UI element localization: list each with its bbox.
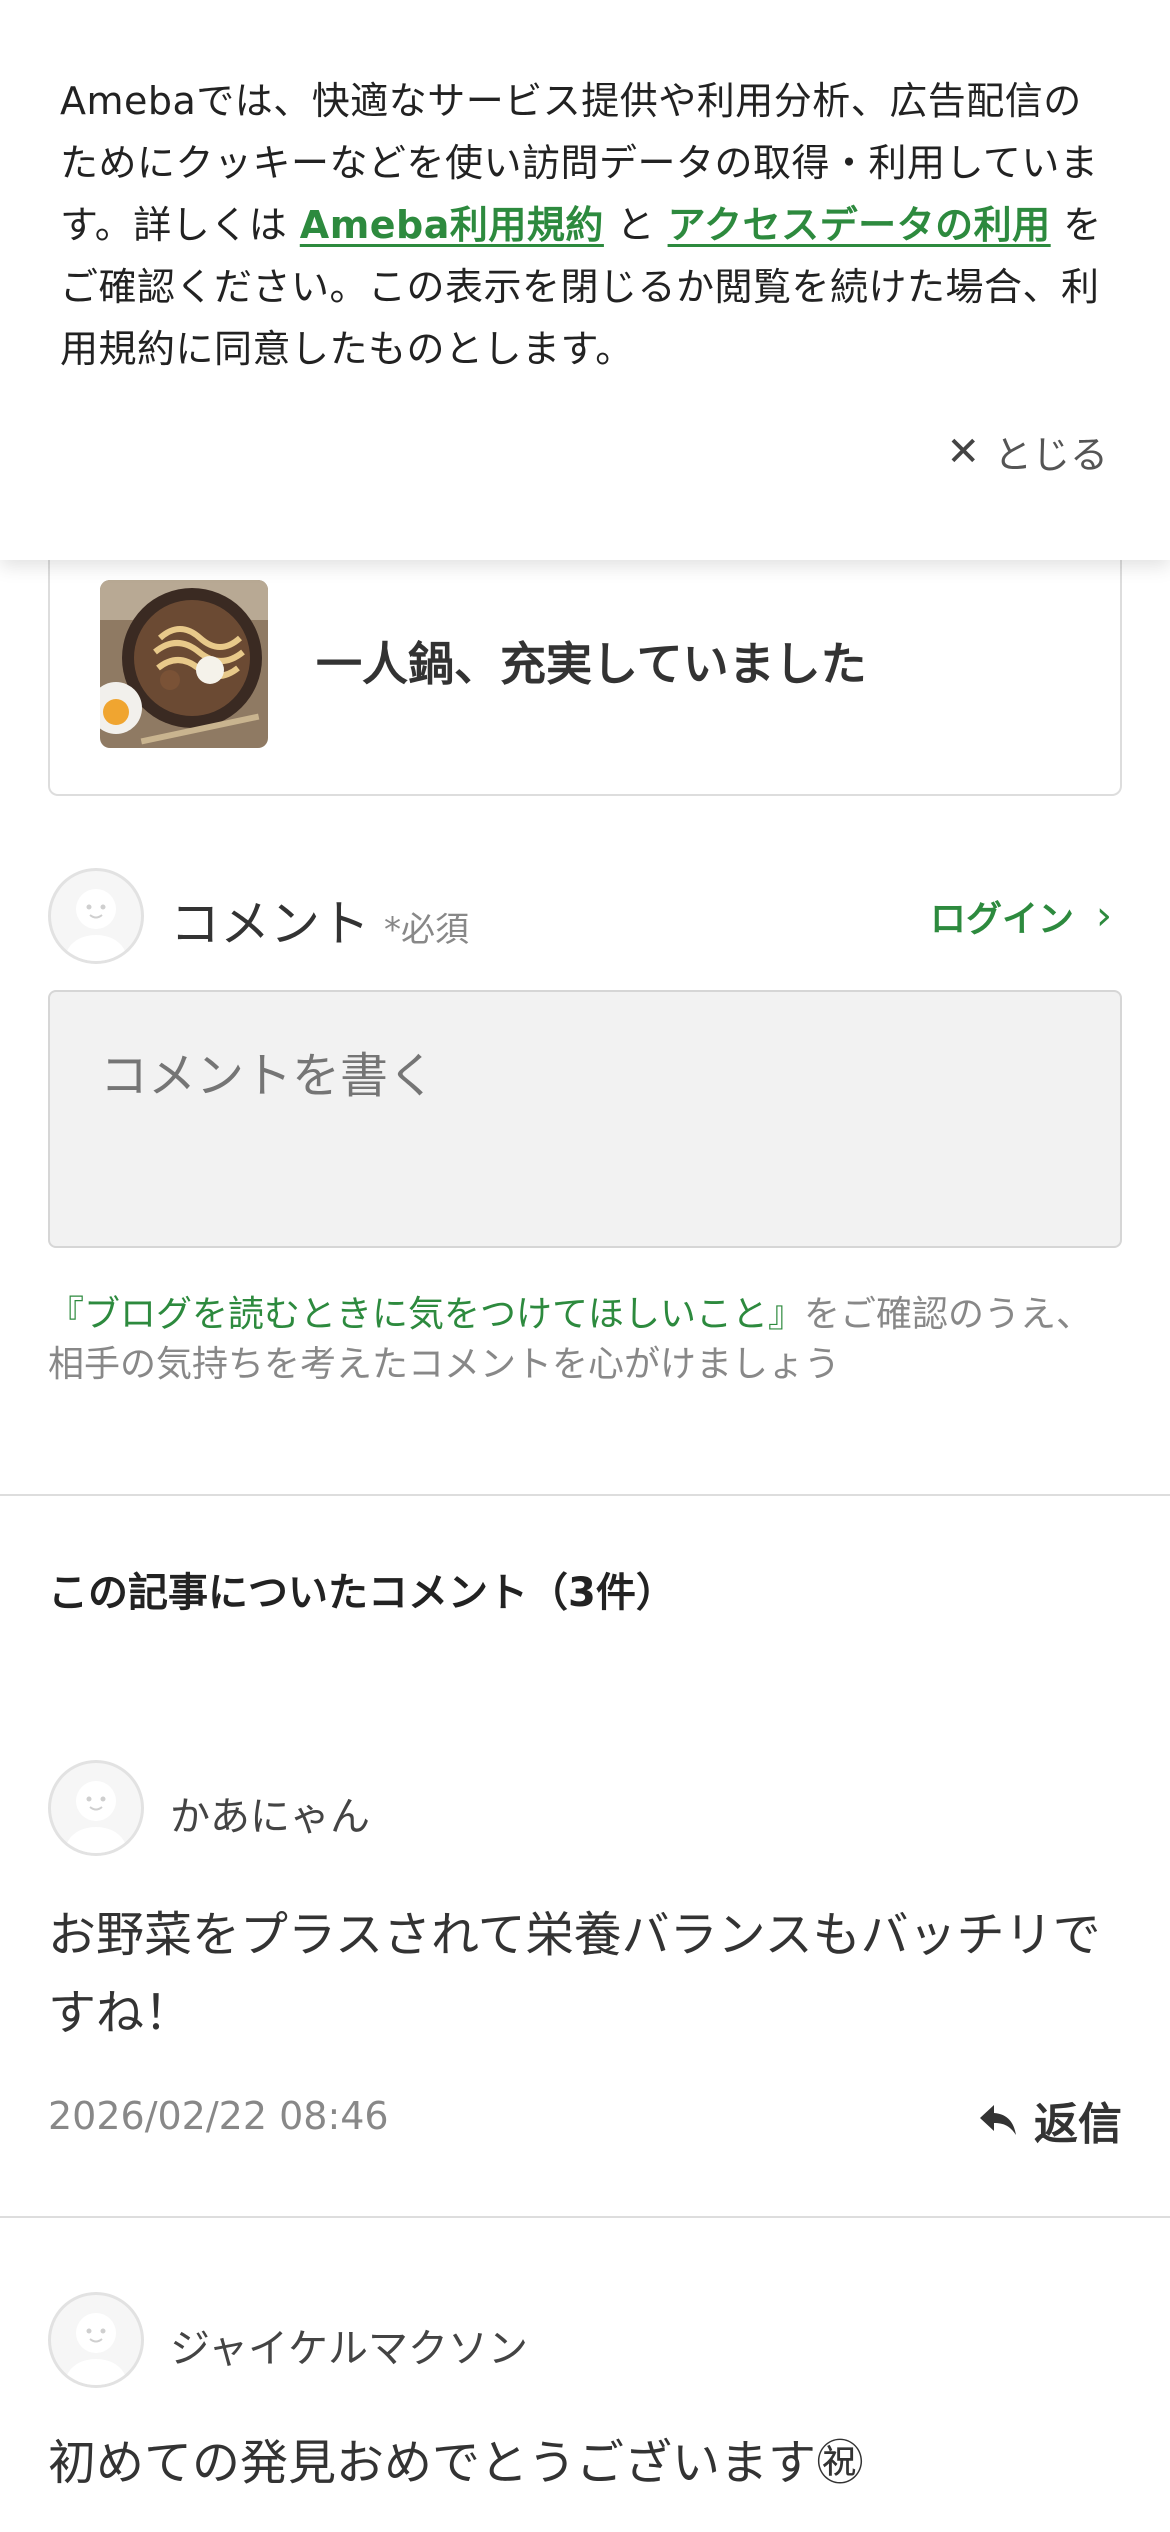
avatar[interactable] (48, 2292, 144, 2388)
required-label: *必須 (384, 910, 469, 950)
commenter-name[interactable]: ジャイケルマクソン (170, 2316, 528, 2374)
comments-heading: この記事についたコメント（3件） (48, 1570, 676, 1616)
default-avatar-icon (66, 889, 126, 961)
access-data-link[interactable]: アクセスデータの利用 (668, 203, 1051, 247)
comment-author: かあにゃん (48, 1760, 1122, 1856)
commenter-name[interactable]: かあにゃん (170, 1784, 370, 1842)
close-label: とじる (993, 433, 1108, 477)
comment-author: ジャイケルマクソン (48, 2292, 1122, 2388)
comment-date: 2026/02/22 08:46 (48, 2094, 389, 2138)
avatar[interactable] (48, 1760, 144, 1856)
reply-label: 返信 (1034, 2099, 1122, 2150)
blog-guideline-link[interactable]: 『ブログを読むときに気をつけてほしいこと』 (48, 1294, 804, 1335)
cookie-banner: Amebaでは、快適なサービス提供や利用分析、広告配信のためにクッキーなどを使い… (0, 0, 1170, 560)
comment-input[interactable] (48, 990, 1122, 1248)
comment-form-header: コメント *必須 ログイン › (48, 868, 1122, 964)
article-thumbnail (100, 580, 268, 748)
login-link[interactable]: ログイン › (930, 890, 1112, 942)
cookie-notice-text: Amebaでは、快適なサービス提供や利用分析、広告配信のためにクッキーなどを使い… (60, 70, 1110, 380)
comment-label: コメント (170, 895, 370, 953)
comment-body: 初めての発見おめでとうございます㊗ (48, 2435, 865, 2491)
close-icon: ✕ (946, 428, 980, 475)
reply-button[interactable]: 返信 (978, 2088, 1122, 2152)
reply-icon (980, 2105, 1016, 2135)
terms-link[interactable]: Ameba利用規約 (300, 203, 604, 247)
nabe-photo-image (100, 580, 268, 748)
article-title: 一人鍋、充実していました (316, 637, 867, 691)
login-label: ログイン (929, 899, 1074, 940)
cookie-text-part: と (603, 203, 668, 247)
chevron-right-icon: › (1096, 893, 1112, 939)
divider (0, 2216, 1170, 2218)
default-avatar-icon (66, 2313, 126, 2385)
comment-guideline-notice: 『ブログを読むときに気をつけてほしいこと』をご確認のうえ、相手の気持ちを考えたコ… (48, 1290, 1122, 1390)
divider (0, 1494, 1170, 1496)
avatar (48, 868, 144, 964)
close-banner-button[interactable]: ✕ とじる (946, 424, 1108, 479)
page: Amebaでは、快適なサービス提供や利用分析、広告配信のためにクッキーなどを使い… (0, 0, 1170, 2532)
comment-body: お野菜をプラスされて栄養バランスもバッチリですね！ (48, 1907, 1101, 2041)
article-card[interactable]: 一人鍋、充実していました (48, 520, 1122, 796)
default-avatar-icon (66, 1781, 126, 1853)
